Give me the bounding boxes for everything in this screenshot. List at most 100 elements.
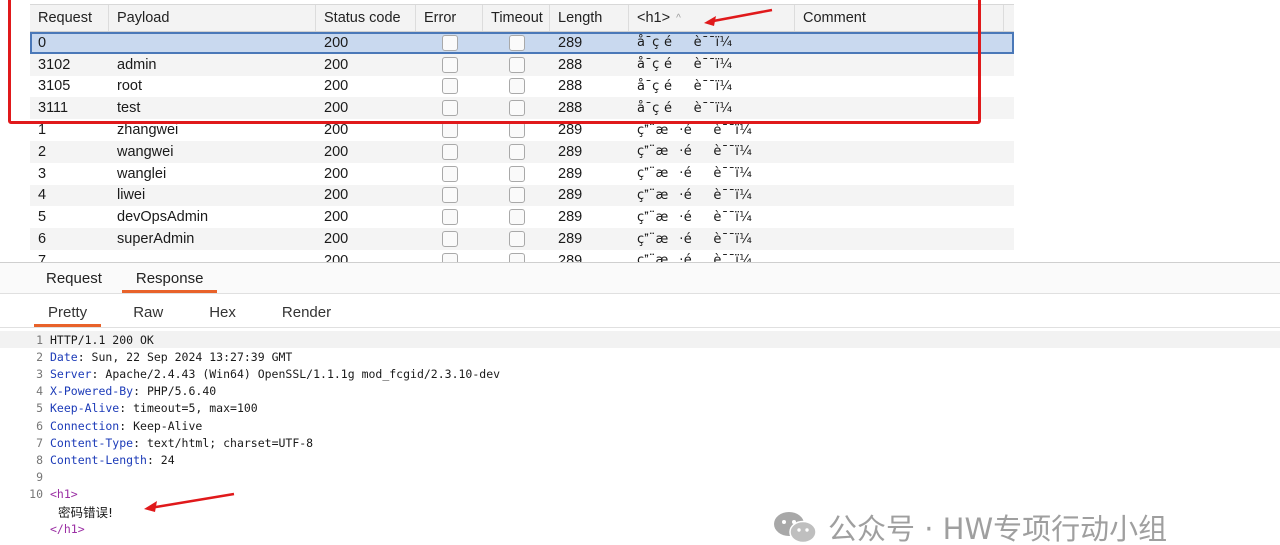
column-header-comment[interactable]: Comment xyxy=(795,5,1004,31)
cell-status-code: 200 xyxy=(324,165,349,182)
cell-h1: å¯ç éè¯¯ï¼ xyxy=(637,78,744,94)
cell-timeout xyxy=(483,141,550,163)
table-row[interactable]: 4 liwei 200 289 ç¨æ·éè¯¯ï¼ xyxy=(30,184,1014,207)
html-tag: </h1> xyxy=(50,521,85,536)
cell-timeout xyxy=(483,54,550,76)
cell-request: 0 xyxy=(38,34,47,51)
column-header-timeout[interactable]: Timeout xyxy=(483,5,550,31)
column-header-length[interactable]: Length xyxy=(550,5,629,31)
header-key: X-Powered-By xyxy=(50,384,134,399)
timeout-checkbox xyxy=(508,143,525,160)
code-value: : Sun, 22 Sep 2024 13:27:39 GMT xyxy=(77,349,293,364)
code-line: 8 Content-Length: 24 xyxy=(0,451,1280,468)
error-checkbox xyxy=(441,187,458,204)
table-row[interactable]: 0 200 289 å¯ç éè¯¯ï¼ xyxy=(30,32,1014,54)
cell-error xyxy=(416,228,483,250)
cell-error xyxy=(416,32,483,54)
cell-h1: ç¨æ·éè¯¯ï¼ xyxy=(637,144,763,160)
table-body: 0 200 289 å¯ç éè¯¯ï¼ 3102 admin 200 288 å¯ç é… xyxy=(30,32,1014,262)
code-line: 6 Connection: Keep-Alive xyxy=(0,417,1280,434)
code-text: 密码错误! xyxy=(50,502,113,521)
timeout-checkbox xyxy=(508,100,525,117)
cell-error xyxy=(416,54,483,76)
code-line: 2 Date: Sun, 22 Sep 2024 13:27:39 GMT xyxy=(0,348,1280,365)
cell-comment xyxy=(795,119,1004,141)
tab-request[interactable]: Request xyxy=(32,270,116,293)
html-tag: <h1> xyxy=(50,487,78,502)
cell-payload: liwei xyxy=(117,187,146,204)
line-number: 8 xyxy=(36,452,43,467)
code-line: 7 Content-Type: text/html; charset=UTF-8 xyxy=(0,434,1280,451)
cell-comment xyxy=(795,206,1004,228)
error-checkbox xyxy=(441,143,458,160)
code-text: Keep-Alive: timeout=5, max=100 xyxy=(50,401,258,415)
tab-pretty[interactable]: Pretty xyxy=(34,304,102,327)
cell-h1: ç¨æ·éè¯¯ï¼ xyxy=(637,231,763,247)
error-checkbox xyxy=(441,56,458,73)
code-value: : 24 xyxy=(146,452,175,467)
timeout-checkbox xyxy=(508,231,525,248)
cell-h1: å¯ç éè¯¯ï¼ xyxy=(637,57,744,73)
table-row[interactable]: 6 superAdmin 200 289 ç¨æ·éè¯¯ï¼ xyxy=(30,228,1014,250)
line-number: 10 xyxy=(29,487,43,502)
cell-status-code: 200 xyxy=(324,34,349,51)
cell-status-code: 200 xyxy=(324,100,349,117)
wechat-icon xyxy=(774,512,817,544)
line-number: 2 xyxy=(36,349,43,364)
code-text: <h1> xyxy=(50,487,78,501)
timeout-checkbox xyxy=(508,122,525,139)
table-row[interactable]: 7 200 289 ç¨æ·éè¯¯ï¼ xyxy=(30,250,1014,262)
timeout-checkbox xyxy=(508,34,525,51)
table-row[interactable]: 5 devOpsAdmin 200 289 ç¨æ·éè¯¯ï¼ xyxy=(30,206,1014,228)
cell-request: 4 xyxy=(38,187,47,204)
code-value: : text/html; charset=UTF-8 xyxy=(133,435,314,450)
cell-h1: ç¨æ·éè¯¯ï¼ xyxy=(637,122,763,138)
cell-length: 289 xyxy=(558,165,583,182)
cell-error xyxy=(416,119,483,141)
error-checkbox xyxy=(441,78,458,95)
cell-timeout xyxy=(483,97,550,119)
cell-length: 289 xyxy=(558,231,583,248)
header-key: Connection xyxy=(50,418,120,433)
cell-comment xyxy=(795,97,1004,119)
cell-request: 6 xyxy=(38,231,47,248)
code-text: Content-Length: 24 xyxy=(50,453,175,467)
cell-length: 288 xyxy=(558,56,583,73)
table-row[interactable]: 3105 root 200 288 å¯ç éè¯¯ï¼ xyxy=(30,76,1014,98)
table-row[interactable]: 2 wangwei 200 289 ç¨æ·éè¯¯ï¼ xyxy=(30,140,1014,163)
cell-comment xyxy=(795,141,1004,163)
column-header-status-code[interactable]: Status code xyxy=(316,5,416,31)
code-text: HTTP/1.1 200 OK xyxy=(50,333,154,347)
cell-comment xyxy=(795,163,1004,185)
column-header-payload[interactable]: Payload xyxy=(109,5,316,31)
tab-hex[interactable]: Hex xyxy=(195,304,250,327)
cell-request: 3111 xyxy=(38,100,69,117)
cell-length: 288 xyxy=(558,100,583,117)
header-key: Keep-Alive xyxy=(50,401,120,416)
code-line: 3 Server: Apache/2.4.43 (Win64) OpenSSL/1… xyxy=(0,365,1280,382)
tab-raw[interactable]: Raw xyxy=(119,304,177,327)
column-header-request[interactable]: Request xyxy=(30,5,109,31)
tab-render[interactable]: Render xyxy=(268,304,345,327)
cell-request: 3102 xyxy=(38,56,71,73)
results-table: Request Payload Status code Error Timeou… xyxy=(30,4,1014,262)
line-number: 1 xyxy=(36,332,43,347)
line-number: 7 xyxy=(36,435,43,450)
tab-response[interactable]: Response xyxy=(121,270,218,293)
header-key: Content-Length xyxy=(50,452,147,467)
cell-h1: ç¨æ·éè¯¯ï¼ xyxy=(637,187,763,203)
table-row[interactable]: 3102 admin 200 288 å¯ç éè¯¯ï¼ xyxy=(30,53,1014,76)
column-header-error[interactable]: Error xyxy=(416,5,483,31)
column-header-h1[interactable]: <h1> ^ xyxy=(629,5,795,31)
timeout-checkbox xyxy=(508,209,525,226)
table-row[interactable]: 3111 test 200 288 å¯ç éè¯¯ï¼ xyxy=(30,97,1014,120)
request-response-tabs: Request Response xyxy=(0,262,1280,294)
cell-h1: ç¨æ·éè¯¯ï¼ xyxy=(637,253,763,262)
table-row[interactable]: 1 zhangwei 200 289 ç¨æ·éè¯¯ï¼ xyxy=(30,119,1014,141)
cell-timeout xyxy=(483,250,550,262)
cell-timeout xyxy=(483,119,550,141)
code-value: : timeout=5, max=100 xyxy=(119,401,258,416)
code-line: 4 X-Powered-By: PHP/5.6.40 xyxy=(0,383,1280,400)
code-text: </h1> xyxy=(50,522,85,536)
table-row[interactable]: 3 wanglei 200 289 ç¨æ·éè¯¯ï¼ xyxy=(30,163,1014,185)
